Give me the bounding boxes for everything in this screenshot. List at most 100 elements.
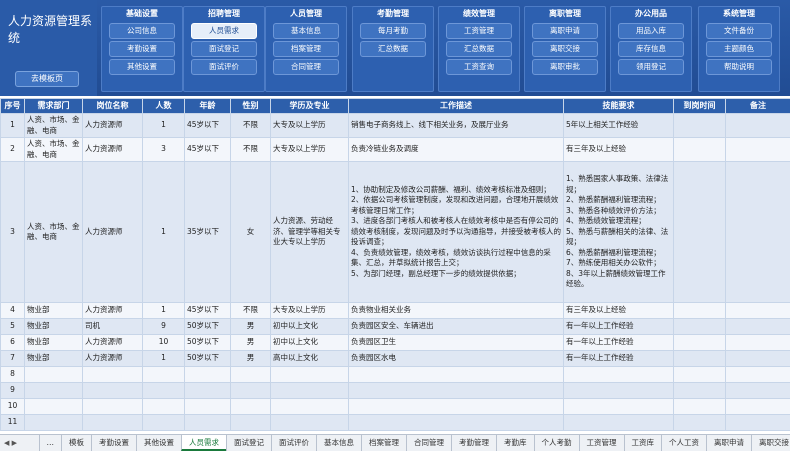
menu-button[interactable]: 主题颜色 bbox=[706, 41, 772, 57]
menu-button[interactable]: 考勤设置 bbox=[109, 41, 175, 57]
cell-skill[interactable]: 有一年以上工作经验 bbox=[563, 318, 674, 335]
cell-skill[interactable]: 1、熟悉国家人事政策、法律法规； 2、熟悉薪酬福利管理流程； 3、熟悉各种绩效评… bbox=[563, 161, 674, 303]
cell-age[interactable] bbox=[184, 366, 231, 383]
cell-post[interactable] bbox=[82, 382, 143, 399]
cell-sex[interactable]: 男 bbox=[230, 318, 271, 335]
sheet-tab[interactable]: 离职申请 bbox=[706, 435, 751, 451]
menu-button[interactable]: 离职申请 bbox=[532, 23, 598, 39]
menu-button[interactable]: 工资管理 bbox=[446, 23, 512, 39]
cell-age[interactable] bbox=[184, 398, 231, 415]
cell-edu[interactable]: 大专及以上学历 bbox=[270, 302, 349, 319]
cell-edu[interactable] bbox=[270, 414, 349, 431]
sheet-tab[interactable]: 档案管理 bbox=[361, 435, 406, 451]
cell-post[interactable]: 人力资源师 bbox=[82, 161, 143, 303]
cell-dept[interactable]: 物业部 bbox=[24, 302, 83, 319]
menu-button[interactable]: 用品入库 bbox=[618, 23, 684, 39]
cell-sex[interactable]: 男 bbox=[230, 350, 271, 367]
cell-age[interactable]: 45岁以下 bbox=[184, 137, 231, 162]
cell-desc[interactable]: 负责冷链业务及调度 bbox=[348, 137, 564, 162]
menu-button[interactable]: 文件备份 bbox=[706, 23, 772, 39]
menu-button[interactable]: 人员需求 bbox=[191, 23, 257, 39]
cell-sex[interactable]: 不限 bbox=[230, 302, 271, 319]
cell-num[interactable] bbox=[142, 398, 185, 415]
cell-time[interactable] bbox=[673, 113, 726, 138]
cell-note[interactable] bbox=[725, 302, 790, 319]
cell-post[interactable]: 人力资源师 bbox=[82, 137, 143, 162]
cell-num[interactable]: 3 bbox=[142, 137, 185, 162]
cell-no[interactable]: 7 bbox=[0, 350, 25, 367]
left-arrow-icon[interactable]: ◀ bbox=[4, 439, 9, 447]
cell-dept[interactable] bbox=[24, 382, 83, 399]
cell-age[interactable]: 50岁以下 bbox=[184, 350, 231, 367]
cell-skill[interactable]: 有三年及以上经验 bbox=[563, 302, 674, 319]
menu-button[interactable]: 汇总数据 bbox=[360, 41, 426, 57]
cell-time[interactable] bbox=[673, 302, 726, 319]
cell-note[interactable] bbox=[725, 334, 790, 351]
cell-sex[interactable]: 不限 bbox=[230, 113, 271, 138]
cell-edu[interactable] bbox=[270, 366, 349, 383]
cell-sex[interactable]: 女 bbox=[230, 161, 271, 303]
sheet-tab[interactable]: 人员需求 bbox=[181, 435, 227, 451]
cell-skill[interactable]: 有三年及以上经验 bbox=[563, 137, 674, 162]
cell-desc[interactable]: 销售电子商务线上、线下相关业务，及展厅业务 bbox=[348, 113, 564, 138]
cell-note[interactable] bbox=[725, 137, 790, 162]
cell-no[interactable]: 8 bbox=[0, 366, 25, 383]
cell-age[interactable] bbox=[184, 414, 231, 431]
cell-dept[interactable] bbox=[24, 414, 83, 431]
sheet-tab[interactable]: … bbox=[38, 435, 62, 451]
cell-num[interactable]: 10 bbox=[142, 334, 185, 351]
cell-sex[interactable] bbox=[230, 398, 271, 415]
cell-time[interactable] bbox=[673, 137, 726, 162]
cell-age[interactable]: 50岁以下 bbox=[184, 318, 231, 335]
cell-no[interactable]: 1 bbox=[0, 113, 25, 138]
cell-dept[interactable] bbox=[24, 398, 83, 415]
cell-desc[interactable] bbox=[348, 366, 564, 383]
cell-edu[interactable]: 大专及以上学历 bbox=[270, 137, 349, 162]
cell-time[interactable] bbox=[673, 318, 726, 335]
cell-sex[interactable] bbox=[230, 366, 271, 383]
menu-button[interactable]: 其他设置 bbox=[109, 59, 175, 75]
cell-skill[interactable]: 有一年以上工作经验 bbox=[563, 334, 674, 351]
sheet-tab[interactable]: 离职交接 bbox=[751, 435, 790, 451]
cell-num[interactable]: 1 bbox=[142, 350, 185, 367]
sheet-tab[interactable]: 考勤库 bbox=[496, 435, 534, 451]
cell-no[interactable]: 10 bbox=[0, 398, 25, 415]
cell-dept[interactable]: 物业部 bbox=[24, 350, 83, 367]
cell-note[interactable] bbox=[725, 113, 790, 138]
cell-skill[interactable] bbox=[563, 398, 674, 415]
cell-edu[interactable]: 人力资源、劳动经济、管理学等相关专业大专以上学历 bbox=[270, 161, 349, 303]
cell-age[interactable]: 45岁以下 bbox=[184, 302, 231, 319]
sheet-tab[interactable]: 面试登记 bbox=[226, 435, 271, 451]
cell-edu[interactable]: 初中以上文化 bbox=[270, 318, 349, 335]
menu-button[interactable]: 档案管理 bbox=[273, 41, 339, 57]
cell-skill[interactable]: 有一年以上工作经验 bbox=[563, 350, 674, 367]
sheet-tab[interactable]: 个人工资 bbox=[661, 435, 706, 451]
cell-num[interactable] bbox=[142, 414, 185, 431]
cell-sex[interactable] bbox=[230, 382, 271, 399]
cell-sex[interactable] bbox=[230, 414, 271, 431]
cell-edu[interactable]: 高中以上文化 bbox=[270, 350, 349, 367]
cell-dept[interactable]: 人资、市场、金融、电商 bbox=[24, 113, 83, 138]
cell-desc[interactable] bbox=[348, 414, 564, 431]
cell-skill[interactable] bbox=[563, 366, 674, 383]
cell-post[interactable]: 人力资源师 bbox=[82, 334, 143, 351]
menu-button[interactable]: 工资查询 bbox=[446, 59, 512, 75]
cell-note[interactable] bbox=[725, 318, 790, 335]
cell-sex[interactable]: 男 bbox=[230, 334, 271, 351]
cell-time[interactable] bbox=[673, 366, 726, 383]
cell-skill[interactable]: 5年以上相关工作经验 bbox=[563, 113, 674, 138]
cell-age[interactable] bbox=[184, 382, 231, 399]
cell-time[interactable] bbox=[673, 334, 726, 351]
cell-dept[interactable]: 物业部 bbox=[24, 318, 83, 335]
sheet-tab[interactable]: 其他设置 bbox=[136, 435, 181, 451]
menu-button[interactable]: 离职审批 bbox=[532, 59, 598, 75]
cell-sex[interactable]: 不限 bbox=[230, 137, 271, 162]
cell-skill[interactable] bbox=[563, 414, 674, 431]
sheet-tab[interactable]: 面试评价 bbox=[271, 435, 316, 451]
cell-dept[interactable] bbox=[24, 366, 83, 383]
cell-num[interactable]: 9 bbox=[142, 318, 185, 335]
cell-post[interactable]: 人力资源师 bbox=[82, 113, 143, 138]
cell-time[interactable] bbox=[673, 398, 726, 415]
cell-post[interactable]: 司机 bbox=[82, 318, 143, 335]
cell-post[interactable]: 人力资源师 bbox=[82, 302, 143, 319]
